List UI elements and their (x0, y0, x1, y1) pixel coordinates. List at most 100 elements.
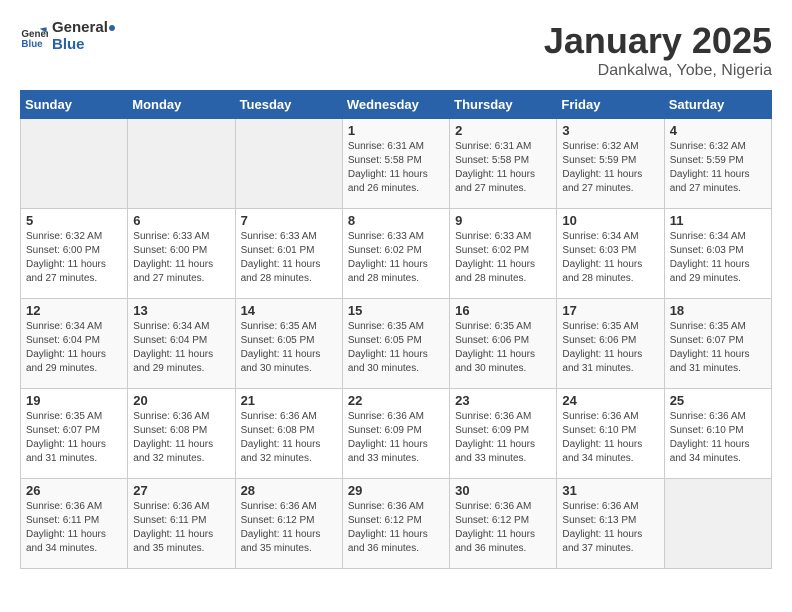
header-thursday: Thursday (450, 91, 557, 119)
calendar-cell: 18Sunrise: 6:35 AMSunset: 6:07 PMDayligh… (664, 299, 771, 389)
day-number: 13 (133, 303, 229, 318)
daylight-text: Daylight: 11 hours and 30 minutes. (241, 348, 337, 376)
calendar-cell: 3Sunrise: 6:32 AMSunset: 5:59 PMDaylight… (557, 119, 664, 209)
calendar-cell: 23Sunrise: 6:36 AMSunset: 6:09 PMDayligh… (450, 389, 557, 479)
sunset-text: Sunset: 6:11 PM (26, 514, 122, 528)
sunset-text: Sunset: 6:07 PM (670, 334, 766, 348)
sunset-text: Sunset: 6:02 PM (348, 244, 444, 258)
sunrise-text: Sunrise: 6:32 AM (26, 230, 122, 244)
sunrise-text: Sunrise: 6:36 AM (26, 500, 122, 514)
calendar-header-row: SundayMondayTuesdayWednesdayThursdayFrid… (21, 91, 772, 119)
sunset-text: Sunset: 6:03 PM (670, 244, 766, 258)
sunrise-text: Sunrise: 6:31 AM (348, 140, 444, 154)
day-info: Sunrise: 6:34 AMSunset: 6:03 PMDaylight:… (670, 230, 766, 286)
sunset-text: Sunset: 6:12 PM (348, 514, 444, 528)
day-number: 25 (670, 393, 766, 408)
calendar-week-row: 1Sunrise: 6:31 AMSunset: 5:58 PMDaylight… (21, 119, 772, 209)
sunrise-text: Sunrise: 6:35 AM (562, 320, 658, 334)
calendar-cell: 1 Sunrise: 6:31 AMSunset: 5:58 PMDaylight… (342, 119, 449, 209)
daylight-text: Daylight: 11 hours and 31 minutes. (26, 438, 122, 466)
sunset-text: Sunset: 6:10 PM (670, 424, 766, 438)
day-number: 3 (562, 123, 658, 138)
daylight-text: Daylight: 11 hours and 32 minutes. (133, 438, 229, 466)
calendar-cell (21, 119, 128, 209)
day-info: Sunrise: 6:35 AMSunset: 6:07 PMDaylight:… (26, 410, 122, 466)
day-info: Sunrise: 6:36 AMSunset: 6:12 PMDaylight:… (241, 500, 337, 556)
day-info: Sunrise: 6:33 AMSunset: 6:01 PMDaylight:… (241, 230, 337, 286)
sunset-text: Sunset: 6:09 PM (348, 424, 444, 438)
calendar-cell: 7 Sunrise: 6:33 AMSunset: 6:01 PMDaylight… (235, 209, 342, 299)
sunset-text: Sunset: 6:07 PM (26, 424, 122, 438)
sunset-text: Sunset: 6:01 PM (241, 244, 337, 258)
calendar-cell: 29Sunrise: 6:36 AMSunset: 6:12 PMDayligh… (342, 479, 449, 569)
day-number: 5 (26, 213, 122, 228)
calendar-cell: 9Sunrise: 6:33 AMSunset: 6:02 PMDaylight… (450, 209, 557, 299)
day-info: Sunrise: 6:36 AMSunset: 6:08 PMDaylight:… (133, 410, 229, 466)
daylight-text: Daylight: 11 hours and 27 minutes. (26, 258, 122, 286)
day-number: 6 (133, 213, 229, 228)
day-number: 17 (562, 303, 658, 318)
sunset-text: Sunset: 6:04 PM (133, 334, 229, 348)
day-info: Sunrise: 6:36 AMSunset: 6:11 PMDaylight:… (26, 500, 122, 556)
daylight-text: Daylight: 11 hours and 31 minutes. (562, 348, 658, 376)
sunrise-text: Sunrise: 6:34 AM (133, 320, 229, 334)
header-friday: Friday (557, 91, 664, 119)
sunrise-text: Sunrise: 6:35 AM (26, 410, 122, 424)
calendar-cell: 28Sunrise: 6:36 AMSunset: 6:12 PMDayligh… (235, 479, 342, 569)
sunrise-text: Sunrise: 6:36 AM (670, 410, 766, 424)
sunset-text: Sunset: 6:05 PM (241, 334, 337, 348)
day-info: Sunrise: 6:35 AMSunset: 6:06 PMDaylight:… (455, 320, 551, 376)
daylight-text: Daylight: 11 hours and 26 minutes. (348, 168, 444, 196)
sunrise-text: Sunrise: 6:32 AM (670, 140, 766, 154)
day-info: Sunrise: 6:33 AMSunset: 6:02 PMDaylight:… (348, 230, 444, 286)
sunrise-text: Sunrise: 6:36 AM (241, 500, 337, 514)
sunset-text: Sunset: 6:12 PM (241, 514, 337, 528)
sunset-text: Sunset: 6:06 PM (562, 334, 658, 348)
day-number: 2 (455, 123, 551, 138)
calendar-cell: 20Sunrise: 6:36 AMSunset: 6:08 PMDayligh… (128, 389, 235, 479)
day-info: Sunrise: 6:36 AMSunset: 6:10 PMDaylight:… (670, 410, 766, 466)
calendar-week-row: 12Sunrise: 6:34 AMSunset: 6:04 PMDayligh… (21, 299, 772, 389)
day-number: 7 (241, 213, 337, 228)
daylight-text: Daylight: 11 hours and 30 minutes. (455, 348, 551, 376)
sunrise-text: Sunrise: 6:33 AM (348, 230, 444, 244)
daylight-text: Daylight: 11 hours and 27 minutes. (670, 168, 766, 196)
calendar-title: January 2025 (544, 20, 772, 62)
sunrise-text: Sunrise: 6:33 AM (133, 230, 229, 244)
calendar-cell: 5 Sunrise: 6:32 AMSunset: 6:00 PMDaylight… (21, 209, 128, 299)
day-info: Sunrise: 6:35 AMSunset: 6:05 PMDaylight:… (348, 320, 444, 376)
sunset-text: Sunset: 6:04 PM (26, 334, 122, 348)
sunrise-text: Sunrise: 6:35 AM (670, 320, 766, 334)
page-header: General Blue General Blue January 2025 D… (20, 20, 772, 80)
calendar-subtitle: Dankalwa, Yobe, Nigeria (544, 62, 772, 80)
header-saturday: Saturday (664, 91, 771, 119)
sunset-text: Sunset: 6:11 PM (133, 514, 229, 528)
daylight-text: Daylight: 11 hours and 28 minutes. (348, 258, 444, 286)
sunrise-text: Sunrise: 6:33 AM (241, 230, 337, 244)
day-number: 1 (348, 123, 444, 138)
day-number: 19 (26, 393, 122, 408)
day-number: 31 (562, 483, 658, 498)
calendar-cell (664, 479, 771, 569)
header-monday: Monday (128, 91, 235, 119)
calendar-cell: 13Sunrise: 6:34 AMSunset: 6:04 PMDayligh… (128, 299, 235, 389)
day-number: 18 (670, 303, 766, 318)
day-info: Sunrise: 6:36 AMSunset: 6:10 PMDaylight:… (562, 410, 658, 466)
calendar-week-row: 26Sunrise: 6:36 AMSunset: 6:11 PMDayligh… (21, 479, 772, 569)
day-number: 27 (133, 483, 229, 498)
sunset-text: Sunset: 6:03 PM (562, 244, 658, 258)
daylight-text: Daylight: 11 hours and 34 minutes. (26, 528, 122, 556)
sunset-text: Sunset: 6:13 PM (562, 514, 658, 528)
calendar-cell: 4Sunrise: 6:32 AMSunset: 5:59 PMDaylight… (664, 119, 771, 209)
daylight-text: Daylight: 11 hours and 29 minutes. (26, 348, 122, 376)
sunset-text: Sunset: 5:59 PM (562, 154, 658, 168)
calendar-cell: 19 Sunrise: 6:35 AMSunset: 6:07 PMDayligh… (21, 389, 128, 479)
sunset-text: Sunset: 5:58 PM (348, 154, 444, 168)
calendar-cell: 21Sunrise: 6:36 AMSunset: 6:08 PMDayligh… (235, 389, 342, 479)
sunrise-text: Sunrise: 6:35 AM (241, 320, 337, 334)
daylight-text: Daylight: 11 hours and 30 minutes. (348, 348, 444, 376)
day-info: Sunrise: 6:32 AMSunset: 6:00 PMDaylight:… (26, 230, 122, 286)
sunset-text: Sunset: 6:12 PM (455, 514, 551, 528)
daylight-text: Daylight: 11 hours and 28 minutes. (562, 258, 658, 286)
calendar-cell: 10Sunrise: 6:34 AMSunset: 6:03 PMDayligh… (557, 209, 664, 299)
